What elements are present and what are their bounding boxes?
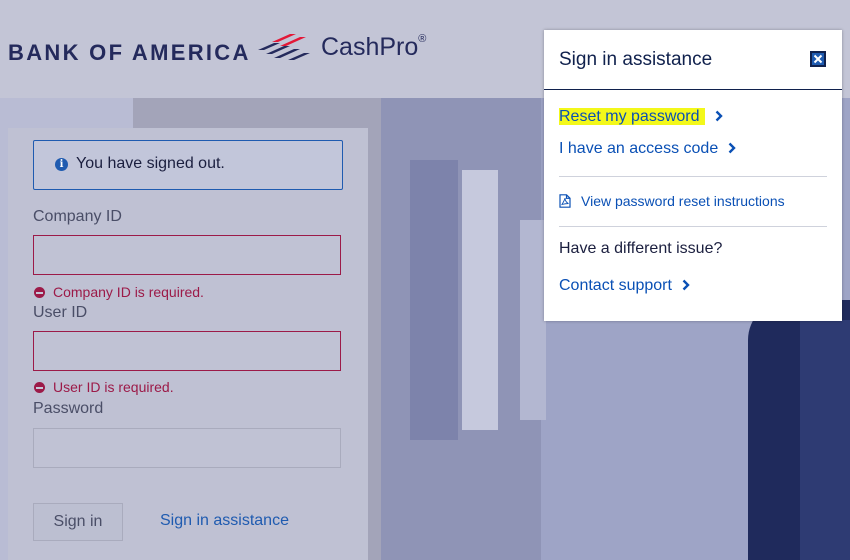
divider [559, 176, 827, 177]
company-id-error-text: Company ID is required. [53, 284, 204, 300]
user-id-label: User ID [33, 304, 88, 321]
product-name: CashPro® [321, 33, 426, 62]
password-label: Password [33, 400, 104, 417]
info-icon: i [55, 158, 68, 171]
company-id-field[interactable] [33, 235, 341, 275]
contact-support-link[interactable]: Contact support [559, 277, 690, 295]
close-icon [812, 53, 824, 65]
signin-button[interactable]: Sign in [33, 503, 123, 541]
popover-header-divider [544, 89, 842, 90]
popover-title: Sign in assistance [559, 49, 713, 70]
signin-assistance-popover: Sign in assistance Reset my password I h… [544, 30, 842, 321]
chevron-right-icon [682, 279, 690, 291]
brand-name: BANK OF AMERICA [8, 40, 251, 65]
bank-flag-logo-icon [258, 34, 310, 60]
close-button[interactable] [810, 51, 826, 67]
alert-text: You have signed out. [76, 155, 225, 172]
pdf-link-label: View password reset instructions [581, 193, 785, 209]
chevron-right-icon [715, 110, 723, 122]
error-icon [34, 287, 45, 298]
error-icon [34, 382, 45, 393]
background-photo-middle [381, 98, 541, 560]
contact-support-label: Contact support [559, 277, 672, 294]
reset-password-label: Reset my password [559, 108, 705, 125]
background-person-detail [800, 320, 850, 560]
reset-password-link[interactable]: Reset my password [559, 108, 723, 126]
registered-mark: ® [418, 32, 427, 45]
user-id-field[interactable] [33, 331, 341, 371]
company-id-error: Company ID is required. [33, 284, 204, 300]
chevron-right-icon [728, 142, 736, 154]
background-column [410, 160, 458, 440]
signed-out-alert: i You have signed out. [33, 140, 343, 190]
access-code-link[interactable]: I have an access code [559, 140, 736, 158]
company-id-label: Company ID [33, 208, 122, 225]
divider [559, 226, 827, 227]
product-label: CashPro [321, 33, 419, 61]
different-issue-text: Have a different issue? [559, 240, 723, 257]
signin-assistance-link[interactable]: Sign in assistance [160, 512, 289, 530]
background-column [462, 170, 498, 430]
password-field[interactable] [33, 428, 341, 468]
background-column [520, 220, 546, 420]
pdf-icon [559, 194, 571, 208]
signin-card: i You have signed out. Company ID Compan… [8, 128, 368, 560]
user-id-error-text: User ID is required. [53, 379, 174, 395]
user-id-error: User ID is required. [33, 379, 174, 395]
access-code-label: I have an access code [559, 140, 719, 157]
password-reset-instructions-link[interactable]: View password reset instructions [559, 193, 785, 209]
